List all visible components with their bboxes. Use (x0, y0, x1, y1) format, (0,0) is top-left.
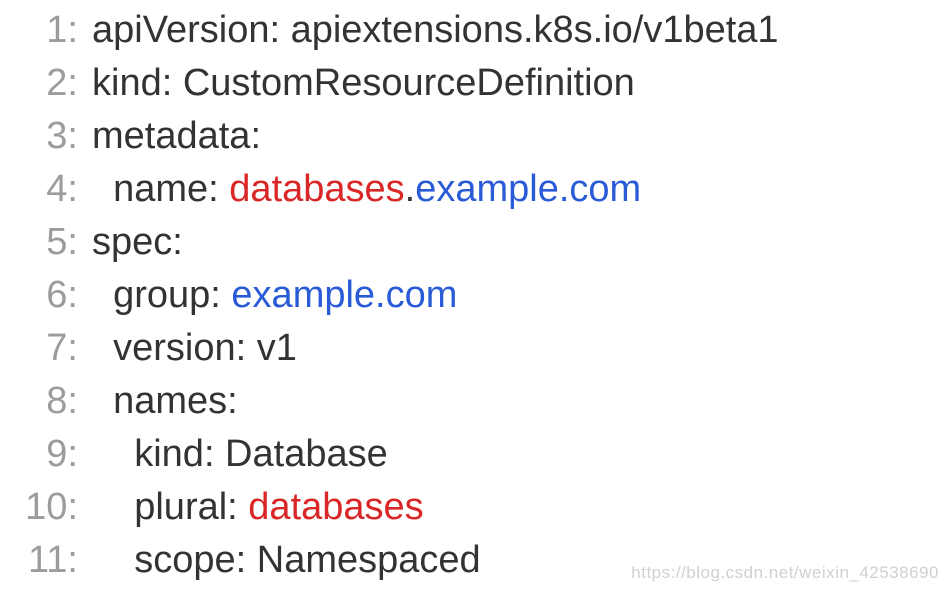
code-token: names: (92, 380, 238, 422)
code-token: kind: CustomResourceDefinition (92, 62, 635, 104)
code-block: 1: apiVersion: apiextensions.k8s.io/v1bet… (0, 0, 947, 587)
line-number: 1: (0, 4, 78, 57)
line-number: 7: (0, 322, 78, 375)
code-token: kind: Database (92, 433, 388, 475)
code-token: example.com (231, 274, 457, 316)
code-line: 5: spec: (0, 216, 947, 269)
code-line: 9: kind: Database (0, 428, 947, 481)
line-number: 3: (0, 110, 78, 163)
line-content: names: (92, 375, 238, 428)
line-content: metadata: (92, 110, 261, 163)
code-line: 7: version: v1 (0, 322, 947, 375)
code-line: 6: group: example.com (0, 269, 947, 322)
code-token: example.com (415, 168, 641, 210)
code-token: name: (92, 168, 229, 210)
line-content: plural: databases (92, 481, 424, 534)
line-number: 6: (0, 269, 78, 322)
code-token: version: v1 (92, 327, 297, 369)
line-content: group: example.com (92, 269, 457, 322)
line-number: 2: (0, 57, 78, 110)
line-content: spec: (92, 216, 183, 269)
code-line: 1: apiVersion: apiextensions.k8s.io/v1bet… (0, 4, 947, 57)
code-line: 3: metadata: (0, 110, 947, 163)
code-token: spec: (92, 221, 183, 263)
code-token: plural: (92, 486, 248, 528)
code-token: metadata: (92, 115, 261, 157)
line-number: 11: (0, 534, 78, 587)
line-content: kind: Database (92, 428, 388, 481)
line-content: scope: Namespaced (92, 534, 481, 587)
line-number: 10: (0, 481, 78, 534)
code-line: 2: kind: CustomResourceDefinition (0, 57, 947, 110)
code-token: scope: Namespaced (92, 539, 481, 581)
line-number: 8: (0, 375, 78, 428)
code-line: 10: plural: databases (0, 481, 947, 534)
line-number: 9: (0, 428, 78, 481)
line-number: 4: (0, 163, 78, 216)
line-number: 5: (0, 216, 78, 269)
code-line: 4: name: databases.example.com (0, 163, 947, 216)
code-token: databases (248, 486, 423, 528)
code-token: . (405, 168, 416, 210)
line-content: name: databases.example.com (92, 163, 641, 216)
code-token: group: (92, 274, 231, 316)
code-token: apiVersion: apiextensions.k8s.io/v1beta1 (92, 9, 779, 51)
code-token: databases (229, 168, 404, 210)
code-line: 8: names: (0, 375, 947, 428)
watermark-text: https://blog.csdn.net/weixin_42538690 (631, 563, 939, 583)
line-content: version: v1 (92, 322, 297, 375)
line-content: apiVersion: apiextensions.k8s.io/v1beta1 (92, 4, 779, 57)
line-content: kind: CustomResourceDefinition (92, 57, 635, 110)
